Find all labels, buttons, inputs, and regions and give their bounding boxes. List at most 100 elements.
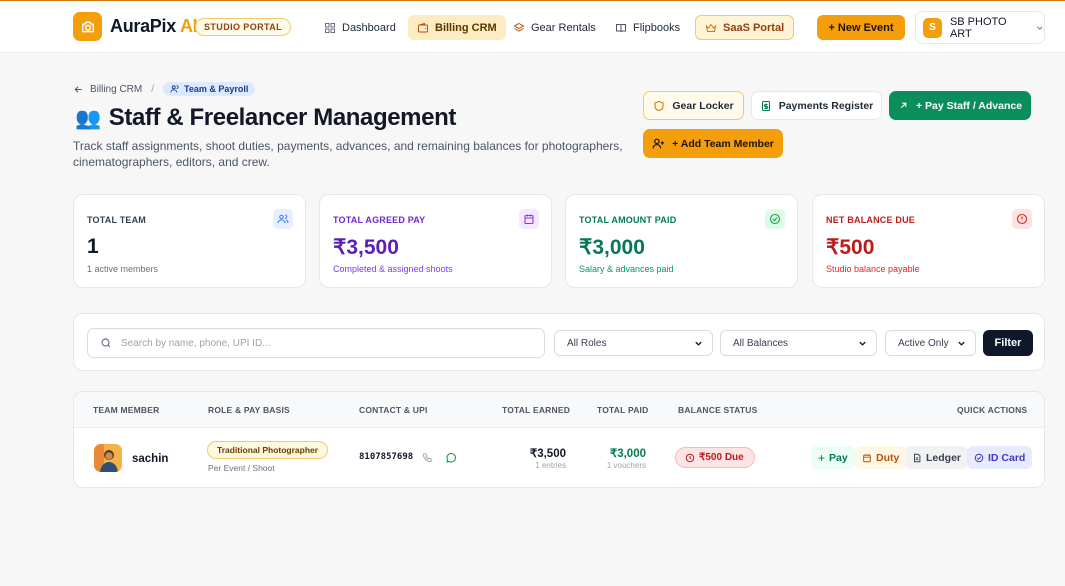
user-plus-icon — [652, 138, 664, 149]
column-header: CONTACT & UPI — [359, 405, 428, 415]
clock-icon — [685, 453, 695, 462]
stat-card-total-agreed-pay: TOTAL AGREED PAY ₹3,500 Completed & assi… — [319, 194, 552, 288]
arrow-left-icon[interactable] — [73, 84, 84, 95]
member-name[interactable]: sachin — [132, 453, 168, 465]
id-card-button[interactable]: ID Card — [967, 446, 1033, 469]
receipt-icon — [761, 100, 770, 111]
status-select[interactable]: Active Only — [885, 330, 976, 356]
search-placeholder: Search by name, phone, UPI ID... — [121, 337, 271, 349]
role-select[interactable]: All Roles — [554, 330, 713, 356]
pay-staff-advance-button[interactable]: + Pay Staff / Advance — [889, 91, 1031, 120]
nav-billing-crm[interactable]: Billing CRM — [408, 15, 506, 40]
balance-select[interactable]: All Balances — [720, 330, 877, 356]
stat-label: TOTAL TEAM — [87, 215, 146, 225]
stat-value: 1 — [87, 235, 99, 258]
search-input[interactable]: Search by name, phone, UPI ID... — [87, 328, 545, 358]
pay-button[interactable]: + Pay — [811, 446, 855, 469]
filter-bar: Search by name, phone, UPI ID... All Rol… — [73, 313, 1045, 371]
chevron-down-icon — [958, 341, 965, 346]
phone-number: 8107857698 — [359, 452, 414, 462]
payments-register-button[interactable]: Payments Register — [751, 91, 882, 120]
layers-icon — [513, 22, 525, 32]
stat-value: ₹3,000 — [579, 236, 645, 259]
check-circle-icon — [765, 209, 785, 229]
stat-label: NET BALANCE DUE — [826, 215, 916, 225]
nav-label: Gear Rentals — [531, 21, 596, 34]
brand-name[interactable]: AuraPix AI — [110, 16, 198, 37]
plus-icon: + — [818, 450, 826, 465]
gear-locker-button[interactable]: Gear Locker — [643, 91, 744, 120]
stat-sub: Salary & advances paid — [579, 264, 674, 274]
stat-sub: 1 active members — [87, 264, 159, 274]
duty-button[interactable]: Duty — [855, 446, 907, 469]
column-header: TOTAL EARNED — [502, 405, 571, 415]
arrow-up-right-icon — [900, 102, 907, 109]
balance-status-badge: ₹500 Due — [675, 447, 755, 468]
total-earned: ₹3,500 — [529, 448, 566, 460]
page-title: 👥 Staff & Freelancer Management — [75, 104, 456, 132]
avatar: S — [923, 17, 942, 38]
stat-card-total-team: TOTAL TEAM 1 1 active members — [73, 194, 306, 288]
studio-portal-badge: STUDIO PORTAL — [195, 18, 292, 36]
filter-button[interactable]: Filter — [983, 330, 1033, 356]
search-icon — [101, 338, 111, 348]
account-menu[interactable]: S SB PHOTO ART — [915, 11, 1045, 44]
grid-icon — [325, 22, 335, 33]
chevron-down-icon — [859, 341, 866, 346]
stat-card-total-amount-paid: TOTAL AMOUNT PAID ₹3,000 Salary & advanc… — [565, 194, 798, 288]
column-header: QUICK ACTIONS — [957, 405, 1028, 415]
column-header: TOTAL PAID — [597, 405, 649, 415]
users-icon — [273, 209, 293, 229]
stat-value: ₹3,500 — [333, 236, 399, 259]
breadcrumb-current: Team & Payroll — [163, 82, 256, 96]
add-team-member-button[interactable]: + Add Team Member — [643, 129, 783, 158]
phone-icon[interactable] — [422, 452, 433, 463]
nav-label: Flipbooks — [633, 21, 681, 34]
role-badge: Traditional Photographer — [207, 441, 329, 459]
paid-vouchers: 1 vouchers — [606, 461, 646, 470]
stat-label: TOTAL AMOUNT PAID — [579, 215, 677, 225]
nav-label: Dashboard — [342, 21, 396, 34]
calendar-icon — [863, 453, 871, 462]
camera-logo-icon[interactable] — [73, 12, 102, 41]
file-icon — [914, 453, 921, 462]
column-header: ROLE & PAY BASIS — [208, 405, 290, 415]
nav-gear-rentals[interactable]: Gear Rentals — [504, 15, 605, 40]
breadcrumb-separator: / — [151, 83, 155, 95]
new-event-button[interactable]: + New Event — [817, 15, 905, 40]
wallet-icon — [418, 22, 428, 32]
whatsapp-icon[interactable] — [445, 452, 457, 464]
nav-saas-portal[interactable]: SaaS Portal — [695, 15, 795, 40]
account-name: SB PHOTO ART — [949, 15, 1007, 40]
alert-circle-icon — [1012, 209, 1032, 229]
nav-dashboard[interactable]: Dashboard — [315, 15, 405, 40]
member-avatar[interactable] — [94, 444, 122, 472]
page-title-text: Staff & Freelancer Management — [108, 104, 457, 131]
stat-label: TOTAL AGREED PAY — [333, 215, 426, 225]
nav-flipbooks[interactable]: Flipbooks — [606, 15, 689, 40]
pay-basis: Per Event / Shoot — [208, 463, 275, 473]
users-icon — [170, 85, 179, 93]
team-table: TEAM MEMBER ROLE & PAY BASIS CONTACT & U… — [73, 391, 1045, 488]
shield-icon — [654, 100, 664, 111]
stat-card-net-balance-due: NET BALANCE DUE ₹500 Studio balance paya… — [812, 194, 1045, 288]
chevron-down-icon — [1036, 25, 1042, 30]
table-header: TEAM MEMBER ROLE & PAY BASIS CONTACT & U… — [74, 392, 1044, 428]
column-header: BALANCE STATUS — [678, 405, 758, 415]
breadcrumb-billing-crm[interactable]: Billing CRM — [90, 84, 142, 95]
table-row[interactable]: sachin Traditional Photographer Per Even… — [74, 428, 1044, 487]
earned-entries: 1 entries — [535, 461, 566, 470]
total-paid: ₹3,000 — [609, 448, 646, 460]
team-emoji-icon: 👥 — [75, 105, 101, 130]
stat-sub: Completed & assigned shoots — [333, 264, 453, 274]
calendar-icon — [519, 209, 539, 229]
nav-label: Billing CRM — [435, 21, 497, 34]
stat-sub: Studio balance payable — [826, 264, 920, 274]
chevron-down-icon — [695, 341, 702, 346]
check-circle-icon — [974, 453, 984, 462]
ledger-button[interactable]: Ledger — [905, 446, 969, 469]
page-subtitle: Track staff assignments, shoot duties, p… — [73, 139, 623, 169]
stat-value: ₹500 — [826, 236, 875, 259]
crown-icon — [705, 23, 717, 32]
top-navbar: AuraPix AI STUDIO PORTAL Dashboard Billi… — [0, 0, 1065, 53]
